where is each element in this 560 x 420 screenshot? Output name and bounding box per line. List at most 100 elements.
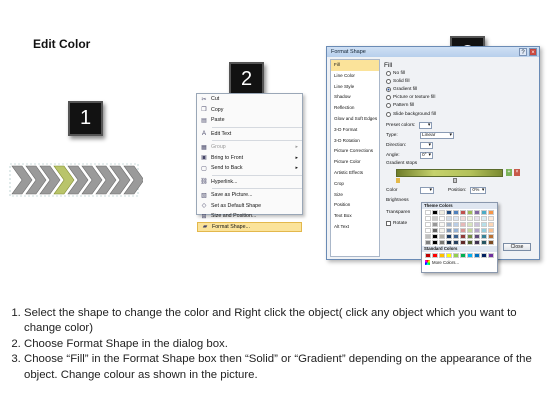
color-swatch[interactable] (474, 234, 480, 239)
category-item[interactable]: Crop (331, 179, 379, 190)
color-swatch[interactable] (432, 240, 438, 245)
category-item[interactable]: Picture Corrections (331, 146, 379, 157)
category-item[interactable]: Text Box (331, 211, 379, 222)
color-swatch[interactable] (425, 234, 431, 239)
preset-colors-dropdown[interactable] (419, 122, 433, 129)
color-swatch[interactable] (481, 253, 487, 258)
color-swatch[interactable] (488, 222, 494, 227)
color-swatch[interactable] (425, 228, 431, 233)
color-swatch[interactable] (488, 228, 494, 233)
color-swatch[interactable] (460, 228, 466, 233)
color-swatch[interactable] (467, 228, 473, 233)
menu-item-bring-front[interactable]: ▣ Bring to Front ▸ (197, 153, 302, 164)
color-swatch[interactable] (488, 240, 494, 245)
color-swatch[interactable] (446, 222, 452, 227)
radio-button[interactable] (386, 111, 391, 117)
color-swatch[interactable] (481, 240, 487, 245)
menu-item-size-position[interactable]: ⊞ Size and Position... (197, 211, 302, 222)
category-item[interactable]: Glow and Soft Edges (331, 114, 379, 125)
color-swatch[interactable] (439, 210, 445, 215)
color-swatch[interactable] (432, 253, 438, 258)
close-icon[interactable]: × (529, 48, 537, 56)
fill-option[interactable]: Pattern fill (384, 102, 535, 110)
more-colors-item[interactable]: More Colors... (422, 259, 497, 266)
color-swatch[interactable] (425, 240, 431, 245)
radio-button[interactable] (386, 86, 391, 92)
color-swatch[interactable] (453, 222, 459, 227)
color-swatch[interactable] (446, 210, 452, 215)
remove-stop-icon[interactable]: × (514, 169, 520, 176)
category-item[interactable]: Artistic Effects (331, 168, 379, 179)
help-icon[interactable]: ? (519, 48, 527, 56)
color-swatch[interactable] (474, 222, 480, 227)
category-item[interactable]: 3-D Format (331, 125, 379, 136)
color-swatch[interactable] (446, 234, 452, 239)
color-swatch[interactable] (467, 253, 473, 258)
close-button[interactable]: Close (503, 243, 531, 251)
radio-button[interactable] (386, 95, 391, 101)
category-item[interactable]: Alt Text (331, 222, 379, 233)
color-swatch[interactable] (467, 216, 473, 221)
fill-option[interactable]: Solid fill (384, 77, 535, 85)
color-swatch[interactable] (488, 253, 494, 258)
radio-button[interactable] (386, 70, 391, 76)
color-swatch[interactable] (439, 228, 445, 233)
direction-dropdown[interactable] (420, 142, 433, 149)
color-swatch[interactable] (439, 234, 445, 239)
category-item[interactable]: Picture Color (331, 157, 379, 168)
color-swatch[interactable] (425, 253, 431, 258)
chevron-shape[interactable] (8, 158, 143, 200)
color-swatch[interactable] (488, 210, 494, 215)
menu-item-save-picture[interactable]: ▧ Save as Picture... (197, 190, 302, 201)
category-item[interactable]: Size (331, 190, 379, 201)
color-swatch[interactable] (474, 253, 480, 258)
color-swatch[interactable] (439, 253, 445, 258)
color-swatch[interactable] (453, 253, 459, 258)
color-swatch[interactable] (474, 210, 480, 215)
fill-option[interactable]: Picture or texture fill (384, 94, 535, 102)
color-swatch[interactable] (460, 240, 466, 245)
color-swatch[interactable] (446, 240, 452, 245)
fill-option[interactable]: No fill (384, 69, 535, 77)
color-swatch[interactable] (453, 210, 459, 215)
color-swatch[interactable] (432, 228, 438, 233)
color-swatch[interactable] (453, 240, 459, 245)
color-swatch[interactable] (474, 216, 480, 221)
color-swatch[interactable] (481, 222, 487, 227)
category-item[interactable]: Line Color (331, 71, 379, 82)
color-swatch[interactable] (446, 253, 452, 258)
color-swatch[interactable] (453, 216, 459, 221)
color-swatch[interactable] (488, 216, 494, 221)
position-input[interactable]: 0% (470, 187, 487, 194)
radio-button[interactable] (386, 103, 391, 109)
color-swatch[interactable] (467, 240, 473, 245)
rotate-checkbox[interactable] (386, 221, 391, 226)
color-swatch[interactable] (460, 216, 466, 221)
angle-input[interactable]: 0° (420, 152, 433, 159)
color-swatch[interactable] (467, 234, 473, 239)
gradient-stop-handle[interactable] (396, 178, 400, 183)
category-item[interactable]: Position (331, 200, 379, 211)
radio-button[interactable] (386, 78, 391, 84)
color-swatch[interactable] (481, 234, 487, 239)
color-swatch[interactable] (481, 228, 487, 233)
color-swatch[interactable] (425, 210, 431, 215)
category-item[interactable]: Shadow (331, 92, 379, 103)
color-swatch[interactable] (460, 222, 466, 227)
color-swatch[interactable] (432, 210, 438, 215)
color-swatch[interactable] (432, 222, 438, 227)
menu-item-hyperlink[interactable]: ⛓ Hyperlink... (197, 177, 302, 188)
category-item[interactable]: Fill (331, 60, 379, 71)
color-swatch[interactable] (432, 234, 438, 239)
menu-item-scissors[interactable]: ✂ Cut (197, 94, 302, 105)
menu-item-copy[interactable]: ❐ Copy (197, 105, 302, 116)
color-swatch[interactable] (446, 216, 452, 221)
color-swatch[interactable] (446, 228, 452, 233)
color-swatch[interactable] (439, 222, 445, 227)
color-swatch[interactable] (460, 253, 466, 258)
menu-item-format-shape[interactable]: ▰ Format Shape... (197, 221, 302, 232)
color-swatch[interactable] (474, 240, 480, 245)
color-swatch[interactable] (481, 216, 487, 221)
menu-item-group[interactable]: ▦ Group ▸ (197, 142, 302, 153)
category-item[interactable]: 3-D Rotation (331, 136, 379, 147)
